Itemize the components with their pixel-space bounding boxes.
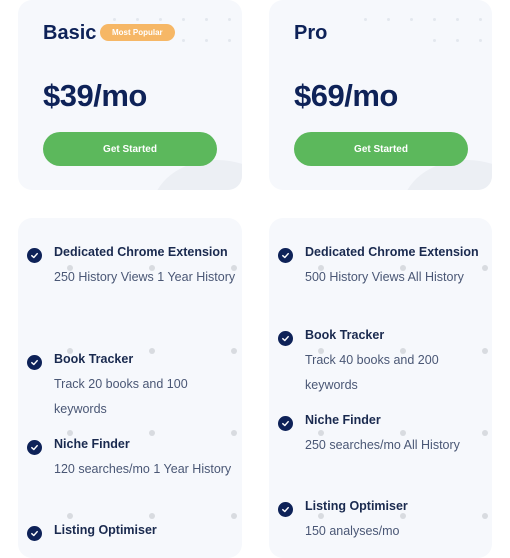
feature-description: 250 History Views 1 Year History xyxy=(54,270,236,284)
decorative-dot xyxy=(159,18,162,21)
feature-list-basic: Dedicated Chrome Extension 250 History V… xyxy=(18,218,242,558)
decorative-dot xyxy=(433,39,436,42)
plan-name: Basic xyxy=(43,22,97,44)
decorative-dot xyxy=(479,39,482,42)
check-circle-icon xyxy=(278,416,293,431)
feature-description: 250 searches/mo All History xyxy=(305,438,460,452)
decorative-dot xyxy=(479,18,482,21)
decorative-dot xyxy=(456,18,459,21)
feature-item: Listing Optimiser 150 analyses/mo xyxy=(278,494,488,544)
feature-title: Book Tracker xyxy=(305,328,385,342)
decorative-dot xyxy=(182,39,185,42)
most-popular-badge: Most Popular xyxy=(100,24,175,41)
decorative-dot xyxy=(456,39,459,42)
feature-title: Listing Optimiser xyxy=(305,499,408,513)
feature-title: Niche Finder xyxy=(54,437,130,451)
plan-card-basic: Basic Most Popular $39/mo Get Started xyxy=(18,0,242,190)
check-circle-icon xyxy=(27,355,42,370)
plan-price: $69/mo xyxy=(294,78,398,113)
decorative-dot xyxy=(205,18,208,21)
decorative-dot xyxy=(228,18,231,21)
feature-title: Book Tracker xyxy=(54,352,134,366)
decorative-dot xyxy=(364,18,367,21)
check-circle-icon xyxy=(278,248,293,263)
feature-item: Book Tracker Track 40 books and 200 keyw… xyxy=(278,323,488,398)
get-started-button[interactable]: Get Started xyxy=(43,132,217,166)
plan-card-pro: Pro $69/mo Get Started xyxy=(269,0,492,190)
feature-description: 120 searches/mo 1 Year History xyxy=(54,462,232,476)
feature-item: Niche Finder 250 searches/mo All History xyxy=(278,408,488,458)
feature-list-pro: Dedicated Chrome Extension 500 History V… xyxy=(269,218,492,558)
check-circle-icon xyxy=(278,331,293,346)
decorative-dot xyxy=(113,18,116,21)
check-circle-icon xyxy=(27,440,42,455)
decorative-dot xyxy=(182,18,185,21)
feature-description: 500 History Views All History xyxy=(305,270,464,284)
check-circle-icon xyxy=(278,502,293,517)
feature-title: Dedicated Chrome Extension xyxy=(54,245,228,259)
decorative-dot xyxy=(228,39,231,42)
feature-item: Dedicated Chrome Extension 250 History V… xyxy=(27,240,237,290)
check-circle-icon xyxy=(27,248,42,263)
feature-item: Dedicated Chrome Extension 500 History V… xyxy=(278,240,488,290)
get-started-button[interactable]: Get Started xyxy=(294,132,468,166)
feature-item: Niche Finder 120 searches/mo 1 Year Hist… xyxy=(27,432,237,482)
decorative-dot xyxy=(410,18,413,21)
decorative-dot xyxy=(387,18,390,21)
feature-description: Track 40 books and 200 keywords xyxy=(305,353,439,392)
plan-name: Pro xyxy=(294,22,328,44)
feature-title: Dedicated Chrome Extension xyxy=(305,245,479,259)
feature-item: Listing Optimiser xyxy=(27,518,237,543)
feature-description: Track 20 books and 100 keywords xyxy=(54,377,188,416)
feature-title: Listing Optimiser xyxy=(54,523,157,537)
decorative-dot xyxy=(205,39,208,42)
feature-title: Niche Finder xyxy=(305,413,381,427)
plan-price: $39/mo xyxy=(43,78,147,113)
feature-description: 150 analyses/mo xyxy=(305,524,400,538)
check-circle-icon xyxy=(27,526,42,541)
decorative-dot xyxy=(433,18,436,21)
decorative-dot xyxy=(136,18,139,21)
feature-item: Book Tracker Track 20 books and 100 keyw… xyxy=(27,347,237,422)
